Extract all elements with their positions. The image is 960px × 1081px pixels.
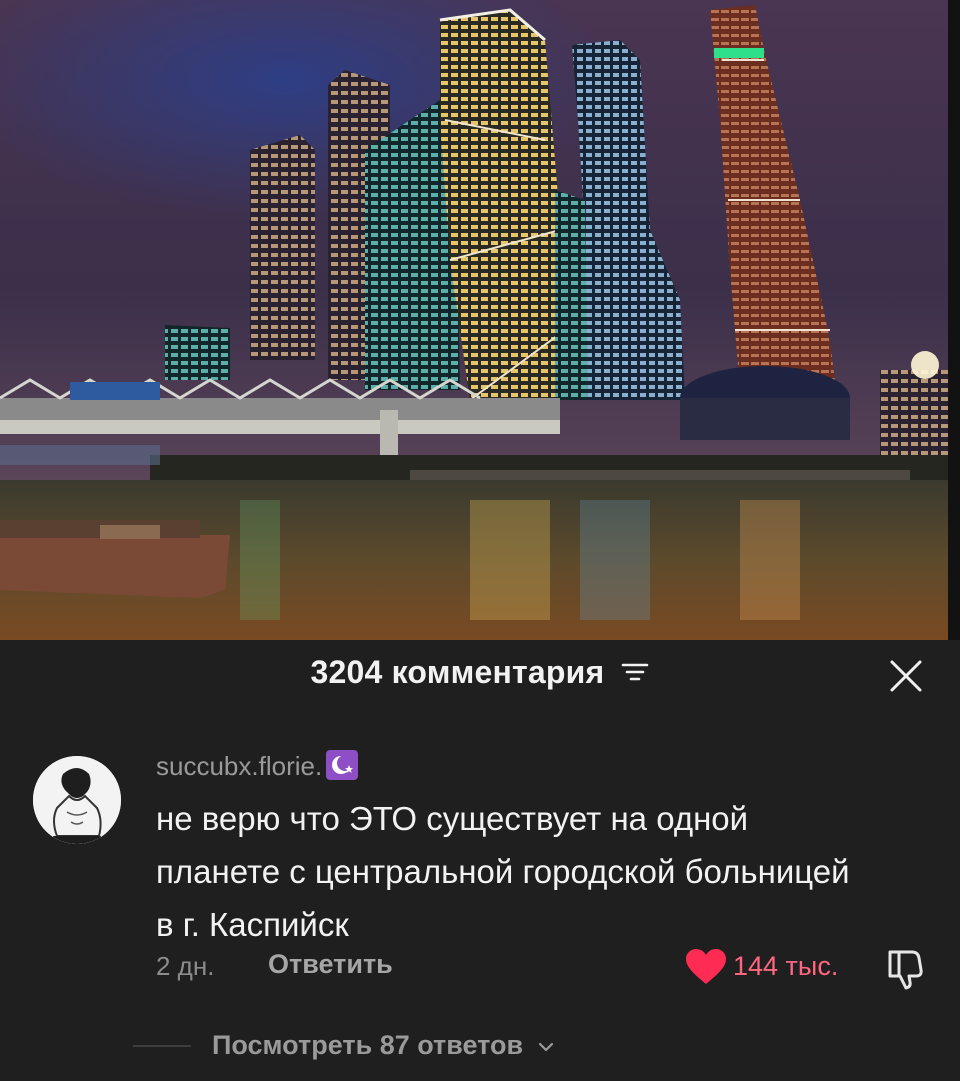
- like-button[interactable]: [684, 946, 728, 990]
- comment-text: не верю что ЭТО существует на одной план…: [156, 800, 850, 943]
- chevron-down-icon: [537, 1029, 555, 1060]
- post-photo: [0, 0, 948, 640]
- reply-button[interactable]: Ответить: [268, 949, 393, 980]
- view-replies-label[interactable]: Посмотреть 87 ответов: [212, 1030, 523, 1060]
- close-x-icon[interactable]: [884, 654, 928, 698]
- heart-icon[interactable]: [684, 946, 728, 990]
- comments-header: 3204 комментария: [0, 654, 960, 691]
- photo-edge: [948, 0, 960, 640]
- comments-sheet: 3204 комментария succubx.florie. не верю…: [0, 640, 960, 1081]
- thumbs-down-icon[interactable]: [882, 946, 928, 992]
- avatar[interactable]: [33, 756, 121, 844]
- replies-divider: [133, 1045, 191, 1047]
- crescent-star-icon: [326, 750, 359, 780]
- city-skyline-image: [0, 0, 948, 640]
- comment-time: 2 дн.: [156, 951, 215, 981]
- comments-count-title: 3204 комментария: [310, 654, 605, 690]
- view-replies-button[interactable]: Посмотреть 87 ответов: [212, 1030, 555, 1061]
- dislike-button[interactable]: [882, 946, 928, 992]
- like-count: 144 тыс.: [733, 951, 839, 981]
- sort-lines-icon[interactable]: [621, 654, 649, 691]
- comment-username[interactable]: succubx.florie.: [156, 750, 359, 782]
- username-text[interactable]: succubx.florie.: [156, 751, 322, 781]
